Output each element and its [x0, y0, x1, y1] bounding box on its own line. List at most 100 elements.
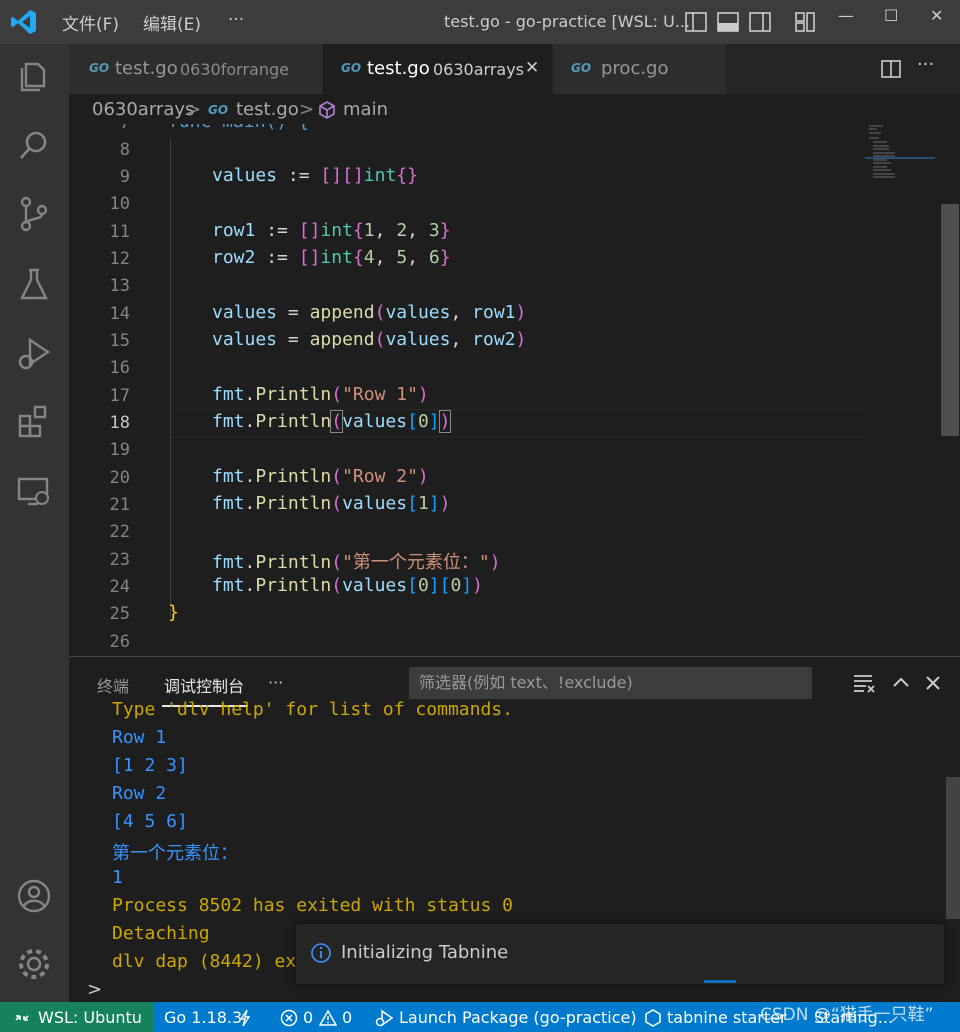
notification-toast[interactable]: Initializing Tabnine	[296, 924, 944, 984]
line-number: 21	[109, 495, 130, 515]
testing-flask-icon[interactable]	[14, 264, 54, 304]
toggle-secondary-sidebar-icon[interactable]	[748, 10, 772, 34]
tabnine-icon	[645, 1009, 661, 1027]
panel-scrollbar[interactable]	[946, 777, 960, 919]
panel-more-icon[interactable]: ···	[268, 673, 283, 692]
code-line: fmt.Println(values[0][0])	[212, 575, 483, 596]
error-count[interactable]: 0	[303, 1008, 313, 1027]
activity-bar	[0, 44, 69, 1002]
source-control-icon[interactable]	[14, 194, 54, 234]
breadcrumb: 0630arrays > GO test.go > main	[69, 94, 960, 124]
notification-message: Initializing Tabnine	[341, 942, 509, 963]
window-title: test.go - go-practice [WSL: U...	[444, 12, 691, 31]
breadcrumb-file[interactable]: test.go	[236, 99, 299, 120]
debug-launch-icon	[375, 1009, 394, 1027]
console-line: [1 2 3]	[112, 755, 188, 776]
code-editor[interactable]: 7 8 9 10 11 12 13 14 15 16 17 18 19 20 2…	[69, 124, 960, 656]
console-line: Process 8502 has exited with status 0	[112, 895, 513, 916]
notification-progress	[704, 980, 736, 983]
extensions-icon[interactable]	[14, 402, 54, 442]
line-number: 11	[109, 222, 130, 242]
search-icon[interactable]	[14, 126, 54, 166]
split-editor-icon[interactable]	[880, 58, 902, 80]
go-version[interactable]: Go 1.18.3	[164, 1008, 242, 1027]
menu-edit[interactable]: 编辑(E)	[143, 10, 201, 35]
warning-icon[interactable]	[319, 1009, 337, 1027]
editor-scrollbar[interactable]	[941, 204, 959, 436]
accounts-icon[interactable]	[14, 876, 54, 916]
more-actions-icon[interactable]: ···	[917, 54, 934, 75]
run-debug-icon[interactable]	[14, 334, 54, 374]
code-line: row1 := []int{1, 2, 3}	[212, 220, 451, 241]
line-number: 22	[109, 522, 130, 542]
remote-explorer-icon[interactable]	[14, 472, 54, 512]
launch-config[interactable]: Launch Package (go-practice)	[399, 1008, 637, 1027]
code-line: row2 := []int{4, 5, 6}	[212, 247, 451, 268]
info-icon	[311, 943, 331, 963]
line-number: 23	[109, 550, 130, 570]
vscode-logo-icon[interactable]	[10, 8, 38, 36]
line-number-current: 18	[109, 413, 130, 433]
tab-label: test.go	[367, 58, 430, 79]
code-line: }	[168, 602, 179, 623]
console-line: Row 1	[112, 727, 167, 748]
error-icon[interactable]	[280, 1009, 298, 1027]
tab-description: 0630arrays	[433, 60, 525, 79]
line-number: 25	[109, 604, 130, 624]
breadcrumb-folder[interactable]: 0630arrays	[92, 99, 194, 120]
code-line: fmt.Println("Row 2")	[212, 466, 429, 487]
line-number: 26	[109, 632, 130, 652]
code-line: values = append(values, row1)	[212, 302, 527, 323]
menu-file[interactable]: 文件(F)	[62, 10, 119, 35]
toggle-panel-icon[interactable]	[716, 10, 740, 34]
close-tab-icon[interactable]: ✕	[525, 58, 539, 78]
line-number: 12	[109, 249, 130, 269]
console-line: [4 5 6]	[112, 811, 188, 832]
maximize-panel-chevron-up-icon[interactable]	[889, 671, 913, 695]
breadcrumb-separator: >	[186, 99, 202, 120]
filter-input[interactable]: 筛选器(例如 text、!exclude)	[409, 667, 812, 699]
go-file-icon: GO	[208, 103, 229, 117]
code-line: func main() {	[168, 124, 309, 132]
tab-label: proc.go	[601, 58, 669, 79]
minimap[interactable]	[865, 124, 935, 184]
console-line: 1	[112, 867, 123, 888]
indent-guide	[170, 138, 171, 616]
tab-description: 0630forrange	[180, 60, 289, 79]
manage-gear-icon[interactable]	[14, 944, 54, 984]
customize-layout-icon[interactable]	[793, 10, 817, 34]
tab-test-go-forrange[interactable]: GO test.go 0630forrange	[69, 44, 322, 94]
breadcrumb-symbol[interactable]: main	[343, 99, 388, 120]
remote-label: WSL: Ubuntu	[38, 1008, 142, 1027]
console-line: dlv dap (8442) ex	[112, 951, 297, 972]
line-number: 14	[109, 304, 130, 324]
minimize-button[interactable]: —	[838, 6, 854, 25]
code-line: fmt.Println("第一个元素位：")	[212, 552, 501, 573]
maximize-button[interactable]: ☐	[884, 6, 898, 25]
tab-debug-console[interactable]: 调试控制台	[164, 673, 244, 697]
menu-more[interactable]: ···	[228, 10, 244, 30]
console-line: Row 2	[112, 783, 167, 804]
remote-indicator[interactable]: WSL: Ubuntu	[0, 1002, 153, 1032]
tab-proc-go[interactable]: GO proc.go	[553, 44, 725, 94]
line-number: 16	[109, 358, 130, 378]
warning-count[interactable]: 0	[342, 1008, 352, 1027]
code-line: values = append(values, row2)	[212, 329, 527, 350]
explorer-icon[interactable]	[14, 56, 54, 96]
tab-test-go-arrays[interactable]: GO test.go 0630arrays ✕	[323, 44, 552, 94]
close-window-button[interactable]: ✕	[930, 6, 943, 25]
title-bar: 文件(F) 编辑(E) ··· test.go - go-practice [W…	[0, 0, 960, 44]
remote-icon	[15, 1015, 29, 1021]
tab-label: test.go	[115, 58, 178, 79]
code-line: fmt.Println(values[0])	[212, 410, 452, 433]
symbol-method-icon	[319, 101, 335, 119]
go-file-icon: GO	[89, 61, 110, 75]
clear-console-icon[interactable]	[852, 671, 876, 695]
console-input-chevron-icon[interactable]: >	[87, 979, 102, 1000]
line-number: 17	[109, 386, 130, 406]
tab-terminal[interactable]: 终端	[97, 673, 129, 697]
line-number: 19	[109, 440, 130, 460]
editor-tabs: GO test.go 0630forrange GO test.go 0630a…	[69, 44, 960, 94]
toggle-primary-sidebar-icon[interactable]	[684, 10, 708, 34]
close-panel-icon[interactable]	[921, 671, 945, 695]
